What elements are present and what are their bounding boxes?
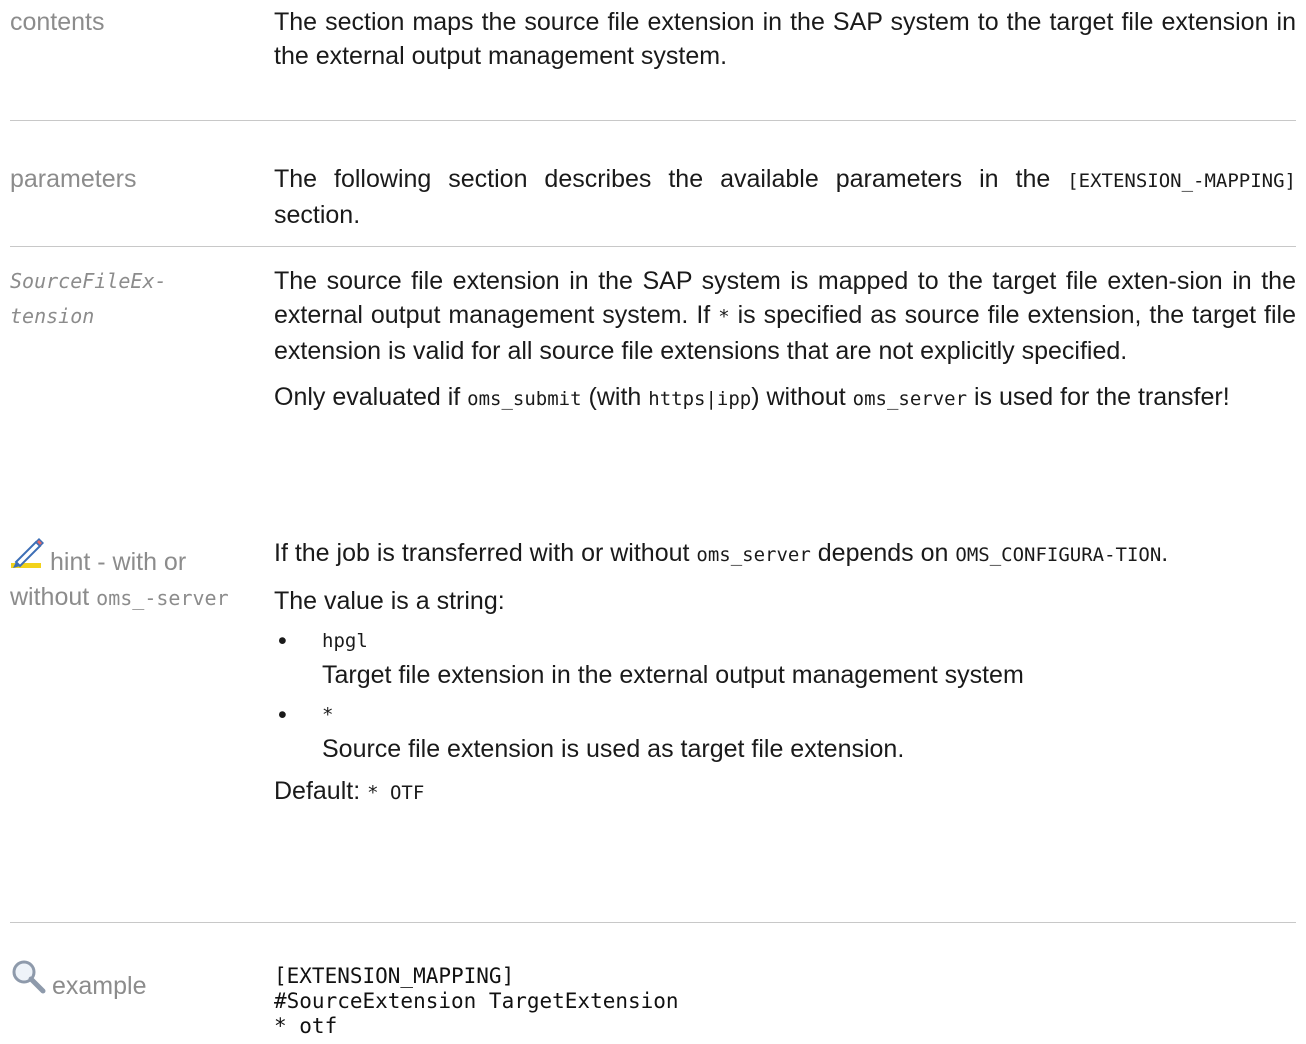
divider [10,120,1296,121]
value-intro: The value is a string: [274,587,505,615]
example-label: example [10,958,260,1004]
bullet-icon: • [278,701,287,729]
list-item: • * Source file extension is used as targe… [274,698,1296,766]
bullet-icon: • [278,627,287,655]
parameters-text: The following section describes the avai… [274,165,1296,229]
evaluation-note: Only evaluated if oms_submit (with https… [274,383,1230,411]
extension-mapping-code: [EXTENSION_-MAPPING] [1067,170,1296,192]
hint-label: hint - with or without oms_-server [10,536,260,616]
source-file-extension-description: The source file extension in the SAP sys… [274,264,1296,428]
hint-text: If the job is transferred with or withou… [274,539,1169,567]
divider [10,922,1296,923]
list-item: • hpgl Target file extension in the extern… [274,624,1296,692]
example-code: [EXTENSION_MAPPING] #SourceExtension Tar… [274,964,679,1038]
source-file-extension-para: The source file extension in the SAP sys… [274,267,1296,365]
default-value: Default: * OTF [274,777,425,805]
hint-description: If the job is transferred with or withou… [274,536,1296,822]
pencil-hint-icon [10,536,45,580]
source-file-extension-label: SourceFileEx- tension [10,269,167,328]
divider [10,246,1296,247]
contents-text: The section maps the source file extensi… [274,8,1296,70]
parameters-label: parameters [10,165,137,193]
contents-label: contents [10,8,105,36]
magnifier-icon [10,958,46,1004]
value-list: • hpgl Target file extension in the extern… [274,624,1296,766]
